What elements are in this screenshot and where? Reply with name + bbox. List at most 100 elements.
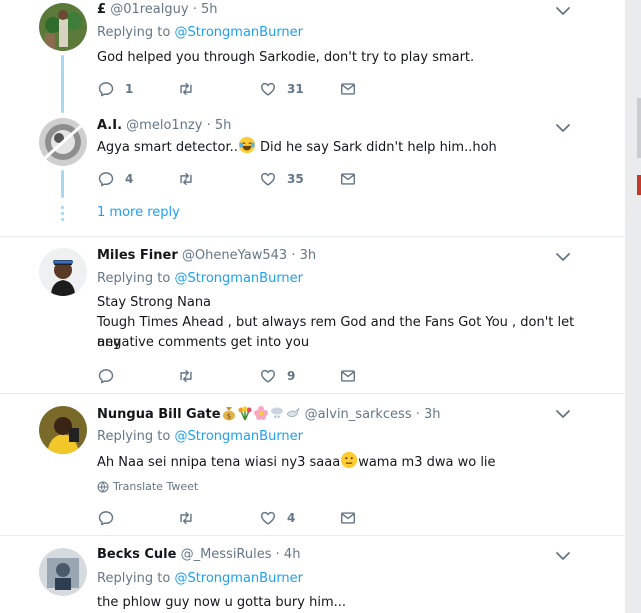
display-name[interactable]: Miles Finer [97, 248, 178, 263]
tweet-text-line-1: Stay Strong Nana [97, 295, 212, 310]
like-button[interactable]: 35 [259, 169, 304, 189]
user-handle[interactable]: @OheneYaw543 [182, 248, 287, 263]
reply-button[interactable] [97, 508, 115, 528]
user-handle[interactable]: @melo1nzy [126, 118, 202, 133]
timestamp[interactable]: · 3h [416, 407, 441, 422]
replying-to-link[interactable]: @StrongmanBurner [174, 429, 303, 444]
scrollbar-thumb[interactable] [637, 98, 641, 158]
display-name[interactable]: Becks Cule [97, 547, 176, 562]
tweet-author[interactable]: Becks Cule @_MessiRules · 4h [97, 547, 300, 562]
dm-icon [339, 170, 357, 188]
display-name[interactable]: Nungua Bill Gate [97, 407, 221, 422]
like-button[interactable]: 31 [259, 79, 304, 99]
timestamp[interactable]: · 4h [276, 547, 301, 562]
retweet-icon [177, 509, 195, 527]
dm-button[interactable] [339, 366, 357, 386]
like-button[interactable]: 9 [259, 366, 295, 386]
replying-prefix: Replying to [97, 25, 171, 40]
tweet-text-part: wama m3 dwa wo lie [358, 455, 496, 470]
chevron-down-icon[interactable] [555, 409, 571, 419]
tweet-actions: 9 [97, 366, 397, 386]
retweet-button[interactable] [177, 169, 195, 189]
avatar[interactable] [39, 3, 87, 51]
replying-to: Replying to @StrongmanBurner [97, 271, 303, 286]
replying-to: Replying to @StrongmanBurner [97, 429, 303, 444]
chevron-down-icon[interactable] [555, 252, 571, 262]
replying-to-link[interactable]: @StrongmanBurner [174, 271, 303, 286]
thread-line [61, 55, 64, 113]
replying-to-link[interactable]: @StrongmanBurner [174, 25, 303, 40]
dove-emoji-icon [286, 407, 299, 418]
chevron-down-icon[interactable] [555, 123, 571, 133]
reply-icon [97, 170, 115, 188]
tweet-author[interactable]: A.I. @melo1nzy · 5h [97, 118, 231, 133]
avatar[interactable] [39, 118, 87, 166]
tweet[interactable]: Miles Finer @OheneYaw543 · 3h Replying t… [0, 237, 625, 393]
avatar[interactable] [39, 406, 87, 454]
display-name[interactable]: A.I. [97, 118, 122, 133]
retweet-button[interactable] [177, 508, 195, 528]
replying-to: Replying to @StrongmanBurner [97, 25, 303, 40]
tweet[interactable]: Becks Cule @_MessiRules · 4h Replying to… [0, 536, 625, 613]
retweet-icon [177, 367, 195, 385]
more-replies-link[interactable]: 1 more reply [97, 205, 180, 220]
timestamp[interactable]: · 5h [207, 118, 232, 133]
reply-icon [97, 367, 115, 385]
reply-count: 1 [125, 82, 134, 96]
retweet-button[interactable] [177, 79, 195, 99]
like-count: 4 [287, 511, 296, 525]
money-bag-emoji-icon: $ [222, 407, 235, 421]
like-count: 31 [287, 82, 304, 96]
like-icon [259, 509, 277, 527]
tweet-actions: 4 [97, 508, 397, 528]
laughing-emoji-icon [238, 136, 255, 154]
reply-button[interactable]: 4 [97, 169, 133, 189]
dm-button[interactable] [339, 79, 357, 99]
like-button[interactable]: 4 [259, 508, 295, 528]
user-handle[interactable]: @01realguy [110, 2, 188, 17]
tweet-author[interactable]: Nungua Bill Gate $ ** @alvin_sarkcess · 3h [97, 405, 441, 422]
tweet-text: the phlow guy now u gotta bury him... [97, 595, 347, 610]
tweet[interactable]: £ @01realguy · 5h Replying to @Strongman… [0, 0, 625, 236]
neutral-face-emoji-icon [341, 451, 358, 469]
avatar[interactable] [39, 248, 87, 296]
tweet[interactable]: Nungua Bill Gate $ ** @alvin_sarkcess · 3h… [0, 394, 625, 535]
tweet-text: God helped you through Sarkodie, don't t… [97, 50, 475, 65]
retweet-icon [177, 170, 195, 188]
tweet-text: Ah Naa sei nnipa tena wiasi ny3 saaa wama… [97, 451, 597, 473]
tweet-text-part: Ah Naa sei nnipa tena wiasi ny3 saaa [97, 455, 341, 470]
retweet-icon [177, 80, 195, 98]
replying-to-link[interactable]: @StrongmanBurner [174, 571, 303, 586]
display-name[interactable]: £ [97, 2, 106, 17]
chevron-down-icon[interactable] [555, 551, 571, 561]
tweet-author[interactable]: Miles Finer @OheneYaw543 · 3h [97, 248, 316, 263]
like-count: 35 [287, 172, 304, 186]
timestamp[interactable]: · 3h [291, 248, 316, 263]
edge-accent [637, 175, 641, 195]
blossom-emoji-icon [253, 406, 268, 420]
tweet-text-part: Did he say Sark didn't help him..hoh [255, 140, 497, 155]
replying-to: Replying to @StrongmanBurner [97, 571, 303, 586]
tweet-author[interactable]: £ @01realguy · 5h [97, 2, 217, 17]
reply-button[interactable] [97, 366, 115, 386]
svg-text:**: ** [273, 414, 281, 421]
dm-icon [339, 509, 357, 527]
timestamp[interactable]: · 5h [193, 2, 218, 17]
retweet-button[interactable] [177, 366, 195, 386]
dm-icon [339, 80, 357, 98]
tweet-actions: 1 31 [97, 79, 397, 99]
reply-button[interactable]: 1 [97, 79, 133, 99]
translate-label[interactable]: Translate Tweet [113, 480, 198, 493]
dm-icon [339, 367, 357, 385]
user-handle[interactable]: @alvin_sarkcess [305, 407, 412, 422]
like-icon [259, 80, 277, 98]
reply-icon [97, 509, 115, 527]
dm-button[interactable] [339, 169, 357, 189]
bouquet-emoji-icon [238, 406, 252, 421]
dm-button[interactable] [339, 508, 357, 528]
avatar[interactable] [39, 548, 87, 596]
user-handle[interactable]: @_MessiRules [181, 547, 272, 562]
replying-prefix: Replying to [97, 271, 171, 286]
chevron-down-icon[interactable] [555, 6, 571, 16]
translate-tweet-link[interactable]: Translate Tweet [97, 480, 198, 493]
